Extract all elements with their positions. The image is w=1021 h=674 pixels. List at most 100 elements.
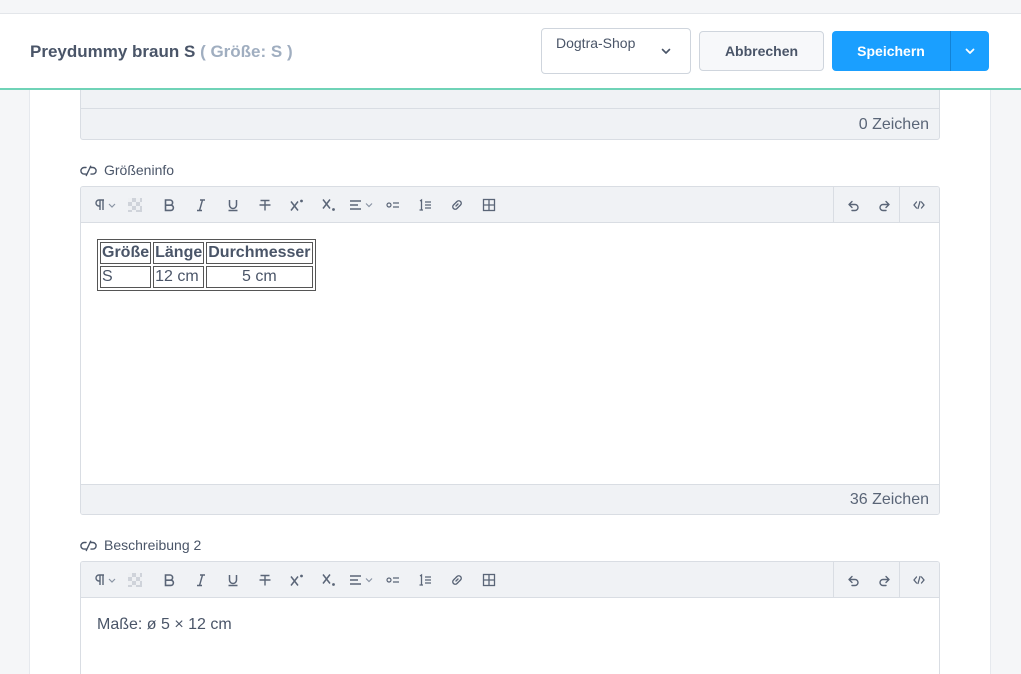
- table-icon: [482, 573, 496, 587]
- bullet-list-icon: [386, 202, 399, 208]
- editor-content[interactable]: Größe Länge Durchmesser S 12 cm 5 cm: [81, 223, 939, 484]
- redo-button[interactable]: [875, 187, 895, 223]
- shop-select[interactable]: Dogtra-Shop: [541, 28, 691, 74]
- table-cell: 12 cm: [153, 266, 205, 288]
- table-cell: S: [100, 266, 152, 288]
- italic-icon: [197, 574, 205, 587]
- link-icon: [452, 200, 462, 210]
- underline-icon: [228, 200, 238, 212]
- superscript-button[interactable]: [287, 187, 307, 223]
- unordered-list-button[interactable]: [383, 562, 403, 598]
- bold-icon: [164, 199, 175, 212]
- save-button[interactable]: Speichern: [832, 31, 950, 71]
- redo-button[interactable]: [875, 562, 895, 598]
- numbered-list-icon: [419, 198, 431, 211]
- shop-select-value: Dogtra-Shop: [556, 35, 636, 51]
- table-header-row: Größe Länge Durchmesser: [100, 242, 313, 264]
- field-label-text: Beschreibung 2: [104, 537, 202, 553]
- toolbar-divider: [833, 187, 834, 223]
- strikethrough-icon: [259, 199, 271, 211]
- strikethrough-button[interactable]: [255, 187, 275, 223]
- bold-button[interactable]: [159, 187, 179, 223]
- paragraph-icon: [95, 199, 116, 210]
- bold-button[interactable]: [159, 562, 179, 598]
- underline-button[interactable]: [223, 187, 243, 223]
- link-button[interactable]: [447, 562, 467, 598]
- chevron-down-icon: [965, 48, 975, 54]
- page-title: Preydummy braun S ( Größe: S ): [30, 42, 293, 62]
- toolbar-divider: [899, 187, 900, 223]
- superscript-icon: [290, 199, 303, 211]
- table-cell: 5 cm: [206, 266, 313, 288]
- superscript-button[interactable]: [287, 562, 307, 598]
- align-left-icon: [350, 200, 373, 210]
- undo-icon: [848, 200, 859, 212]
- background-color-button[interactable]: [125, 187, 145, 223]
- link-off-icon: [80, 165, 97, 177]
- link-icon: [452, 575, 462, 585]
- paragraph-format-button[interactable]: [91, 187, 121, 223]
- editor-toolbar: [81, 187, 939, 223]
- code-view-button[interactable]: [909, 187, 929, 223]
- bold-icon: [164, 574, 175, 587]
- subscript-icon: [322, 574, 335, 586]
- checkerboard-icon: [128, 198, 142, 212]
- numbered-list-icon: [419, 573, 431, 586]
- character-counter: 36 Zeichen: [81, 484, 939, 514]
- strikethrough-button[interactable]: [255, 562, 275, 598]
- cancel-button[interactable]: Abbrechen: [699, 31, 824, 71]
- subscript-icon: [322, 199, 335, 211]
- subscript-button[interactable]: [319, 562, 339, 598]
- code-icon: [913, 575, 925, 585]
- align-button[interactable]: [347, 187, 377, 223]
- table-icon: [482, 198, 496, 212]
- code-view-button[interactable]: [909, 562, 929, 598]
- editor-content[interactable]: Maße: ø 5 × 12 cm: [81, 598, 939, 674]
- undo-icon: [848, 575, 859, 587]
- toolbar-divider: [833, 562, 834, 598]
- field-label-text: Größeninfo: [104, 162, 175, 178]
- redo-icon: [879, 575, 890, 587]
- save-options-button[interactable]: [950, 31, 989, 71]
- table-button[interactable]: [479, 187, 499, 223]
- align-button[interactable]: [347, 562, 377, 598]
- undo-button[interactable]: [843, 562, 863, 598]
- underline-icon: [228, 575, 238, 587]
- link-off-icon: [80, 540, 97, 552]
- size-table: Größe Länge Durchmesser S 12 cm 5 cm: [97, 239, 316, 291]
- paragraph-icon: [95, 574, 116, 585]
- redo-icon: [879, 200, 890, 212]
- code-icon: [913, 200, 925, 210]
- link-button[interactable]: [447, 187, 467, 223]
- product-title: Preydummy braun S: [30, 42, 196, 61]
- background-color-button[interactable]: [125, 562, 145, 598]
- toolbar-divider: [899, 562, 900, 598]
- variant-subtitle: ( Größe: S ): [200, 42, 293, 61]
- previous-field-strip: [80, 90, 940, 109]
- table-header-cell: Größe: [100, 242, 152, 264]
- table-header-cell: Länge: [153, 242, 205, 264]
- strikethrough-icon: [259, 574, 271, 586]
- description-text: Maße: ø 5 × 12 cm: [97, 616, 232, 633]
- ordered-list-button[interactable]: [415, 562, 435, 598]
- ordered-list-button[interactable]: [415, 187, 435, 223]
- table-button[interactable]: [479, 562, 499, 598]
- checkerboard-icon: [128, 573, 142, 587]
- align-left-icon: [350, 575, 373, 585]
- unordered-list-button[interactable]: [383, 187, 403, 223]
- superscript-icon: [290, 574, 303, 586]
- italic-button[interactable]: [191, 187, 211, 223]
- paragraph-format-button[interactable]: [91, 562, 121, 598]
- underline-button[interactable]: [223, 562, 243, 598]
- page-header: Preydummy braun S ( Größe: S ) Dogtra-Sh…: [0, 14, 1021, 90]
- subscript-button[interactable]: [319, 187, 339, 223]
- italic-icon: [197, 199, 205, 212]
- undo-button[interactable]: [843, 187, 863, 223]
- previous-field-counter: 0 Zeichen: [80, 108, 940, 140]
- editor-toolbar: [81, 562, 939, 598]
- table-row: S 12 cm 5 cm: [100, 266, 313, 288]
- chevron-down-icon: [661, 48, 671, 54]
- editor-groesseninfo: Größe Länge Durchmesser S 12 cm 5 cm 36 …: [80, 186, 940, 515]
- bullet-list-icon: [386, 577, 399, 583]
- italic-button[interactable]: [191, 562, 211, 598]
